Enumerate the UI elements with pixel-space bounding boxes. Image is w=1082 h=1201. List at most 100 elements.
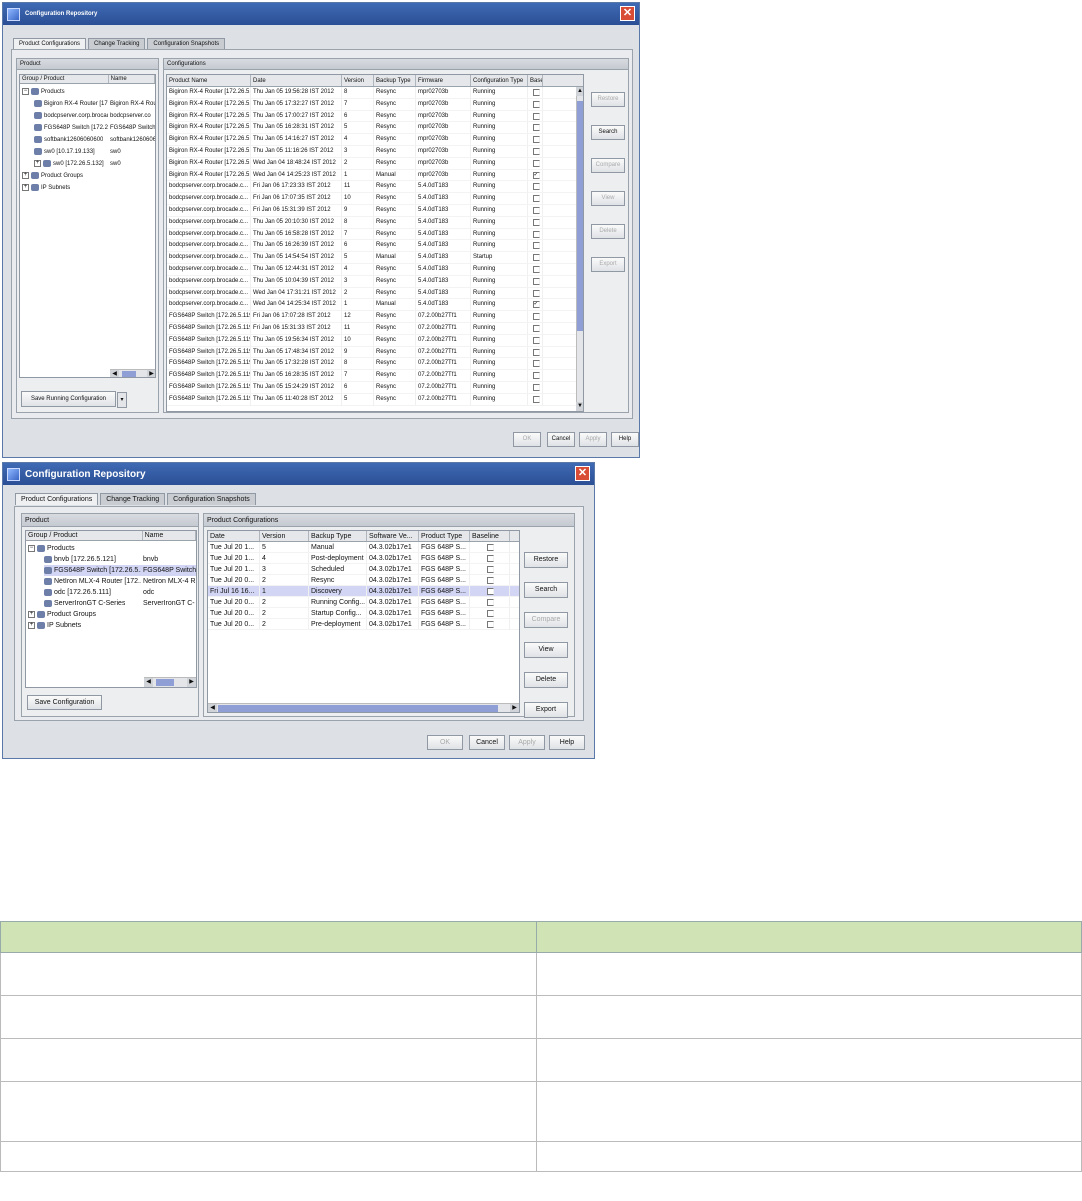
tree-node[interactable]: + Product Groups [28,609,196,620]
scroll-arrow-icon[interactable]: ▲ [576,87,583,96]
baseline-checkbox[interactable] [532,324,540,332]
baseline-checkbox[interactable] [487,566,494,573]
table-row[interactable]: Tue Jul 20 1... 5 Manual 04.3.02b17e1 FGS 64… [208,542,519,553]
tree-node[interactable]: + sw0 [172.26.5.132] sw0 [34,158,155,170]
table-row[interactable]: Tue Jul 20 0... 2 Resync 04.3.02b17e1 FGS 64… [208,575,519,586]
table-row[interactable]: bodcpserver.corp.brocade.c... Thu Jan 05 … [167,216,583,229]
column-header-product-name[interactable]: Product Name [167,75,251,86]
compare-button[interactable]: Compare [591,158,625,173]
table-row[interactable]: bodcpserver.corp.brocade.c... Thu Jan 05 … [167,240,583,253]
ok-button[interactable]: OK [513,432,541,447]
table-vertical-scrollbar[interactable]: ▲ ▼ [576,87,583,411]
expand-icon[interactable]: + [22,171,29,179]
baseline-checkbox[interactable] [532,124,540,132]
table-row[interactable]: Bigiron RX-4 Router [172.26.5... Thu Jan … [167,110,583,123]
export-button[interactable]: Export [524,702,568,718]
scroll-arrow-icon[interactable]: ◀ [144,678,153,687]
tree-node[interactable]: odc [172.26.5.111] odc [44,587,196,598]
baseline-checkbox[interactable] [532,383,540,391]
baseline-checkbox[interactable] [532,100,540,108]
table-row[interactable]: bodcpserver.corp.brocade.c... Thu Jan 05 … [167,252,583,264]
baseline-checkbox[interactable] [532,372,540,380]
tree-node[interactable]: NetIron MLX-4 Router [172... NetIron MLX-… [44,576,196,587]
baseline-checkbox[interactable] [532,230,540,238]
tree-node[interactable]: sw0 [10.17.19.133] sw0 [34,146,155,158]
table-horizontal-scrollbar[interactable]: ◀ ▶ [208,703,519,712]
expand-icon[interactable]: + [28,621,35,629]
tree-node[interactable]: + IP Subnets [22,182,155,194]
expand-icon[interactable]: − [28,544,35,552]
save-running-configuration-button[interactable]: Save Running Configuration ▾ [21,391,127,408]
scroll-thumb[interactable] [218,705,498,712]
baseline-checkbox[interactable] [487,577,494,584]
scroll-thumb[interactable] [122,371,136,377]
baseline-checkbox[interactable] [532,289,540,297]
table-row[interactable]: Tue Jul 20 0... 2 Startup Config... 04.3.02… [208,608,519,619]
baseline-checkbox[interactable] [487,544,494,551]
table-row[interactable]: bodcpserver.corp.brocade.c... Fri Jan 06 … [167,204,583,217]
apply-button[interactable]: Apply [579,432,607,447]
search-button[interactable]: Search [591,125,625,140]
baseline-checkbox[interactable] [532,277,540,285]
compare-button[interactable]: Compare [524,612,568,628]
column-header-product-type[interactable]: Product Type [419,531,470,541]
tab-change-tracking[interactable]: Change Tracking [88,38,146,49]
expand-icon[interactable]: + [22,183,29,191]
tab-configuration-snapshots[interactable]: Configuration Snapshots [147,38,226,49]
baseline-checkbox[interactable] [487,599,494,606]
table-row[interactable]: bodcpserver.corp.brocade.c... Thu Jan 05 … [167,263,583,276]
baseline-checkbox[interactable] [532,147,540,155]
tab-product-configurations[interactable]: Product Configurations [13,38,87,49]
tree-col-name[interactable]: Name [143,531,196,540]
baseline-checkbox[interactable] [532,183,540,191]
tree-node[interactable]: Bigiron RX-4 Router [172.26.5...Bigiron … [34,98,155,110]
tree-col-group-product[interactable]: Group / Product [20,75,109,83]
table-row[interactable]: Fri Jul 16 16... 1 Discovery 04.3.02b17e1 FG… [208,586,519,597]
help-button[interactable]: Help [549,735,585,750]
baseline-checkbox[interactable] [532,206,540,214]
help-button[interactable]: Help [611,432,639,447]
table-row[interactable]: FGS648P Switch [172.26.5.119] Thu Jan 05 … [167,358,583,371]
tree-col-name[interactable]: Name [109,75,155,83]
scroll-thumb[interactable] [156,679,174,686]
tree-horizontal-scrollbar[interactable]: ◀ ▶ [144,677,196,687]
cancel-button[interactable]: Cancel [547,432,575,447]
baseline-checkbox[interactable] [532,195,540,203]
table-row[interactable]: FGS648P Switch [172.26.5.119] Thu Jan 05 … [167,370,583,382]
table-row[interactable]: Bigiron RX-4 Router [172.26.5... Thu Jan … [167,98,583,111]
baseline-checkbox[interactable] [532,348,540,356]
window-title-bar[interactable]: Configuration Repository ✕ [3,463,594,485]
baseline-checkbox[interactable] [487,621,494,628]
chevron-down-icon[interactable]: ▾ [117,392,127,408]
table-row[interactable]: FGS648P Switch [172.26.5.119] Thu Jan 05 … [167,334,583,347]
baseline-checkbox[interactable] [532,242,540,250]
scroll-arrow-icon[interactable]: ▶ [147,370,155,377]
table-row[interactable]: FGS648P Switch [172.26.5.119] Fri Jan 06 … [167,311,583,323]
tree-node[interactable]: bnvb [172.26.5.121] bnvb [44,554,196,565]
tree-node[interactable]: − Products [28,543,196,554]
table-row[interactable]: FGS648P Switch [172.26.5.119] Thu Jan 05 … [167,393,583,406]
restore-button[interactable]: Restore [591,92,625,107]
table-row[interactable]: FGS648P Switch [172.26.5.119] Thu Jan 05 … [167,381,583,394]
delete-button[interactable]: Delete [524,672,568,688]
baseline-checkbox[interactable] [532,254,540,262]
table-row[interactable]: Bigiron RX-4 Router [172.26.5... Thu Jan … [167,145,583,158]
baseline-checkbox[interactable] [532,136,540,144]
table-row[interactable]: bodcpserver.corp.brocade.c... Wed Jan 04 … [167,299,583,312]
tab-change-tracking[interactable]: Change Tracking [100,493,166,505]
baseline-checkbox[interactable] [532,360,540,368]
table-row[interactable]: Tue Jul 20 1... 4 Post-deployment 04.3.02b1… [208,553,519,564]
save-configuration-button[interactable]: Save Configuration [27,695,102,710]
column-header-version[interactable]: Version [260,531,309,541]
column-header-date[interactable]: Date [208,531,260,541]
table-row[interactable]: bodcpserver.corp.brocade.c... Thu Jan 05 … [167,275,583,288]
close-icon[interactable]: ✕ [575,466,590,481]
baseline-checkbox[interactable] [532,112,540,120]
column-header-configuration-type[interactable]: Configuration Type [471,75,528,86]
table-row[interactable]: FGS648P Switch [172.26.5.119] Thu Jan 05 … [167,346,583,359]
table-row[interactable]: bodcpserver.corp.brocade.c... Wed Jan 04 … [167,287,583,300]
delete-button[interactable]: Delete [591,224,625,239]
table-row[interactable]: Bigiron RX-4 Router [172.26.5... Thu Jan … [167,87,583,99]
scroll-arrow-icon[interactable]: ▶ [510,704,519,712]
table-row[interactable]: bodcpserver.corp.brocade.c... Fri Jan 06 … [167,181,583,194]
